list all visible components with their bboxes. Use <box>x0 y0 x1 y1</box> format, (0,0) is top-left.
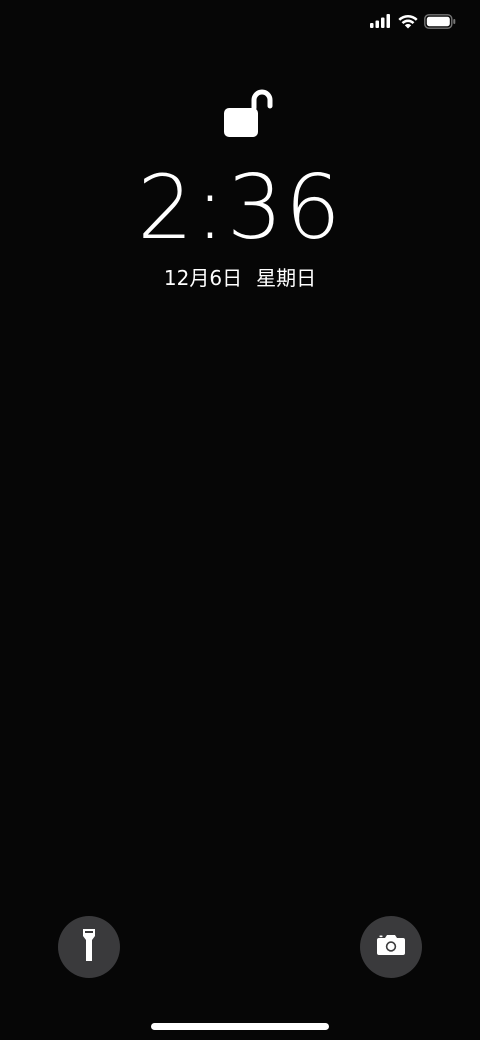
flashlight-button[interactable] <box>58 916 120 978</box>
wifi-icon <box>398 14 418 29</box>
battery-icon <box>424 13 456 29</box>
camera-button[interactable] <box>360 916 422 978</box>
camera-icon <box>376 933 406 961</box>
lock-screen-time: 2:36 <box>137 156 343 259</box>
lock-screen-date: 12月6日 <box>163 266 243 290</box>
lock-screen: 2:36 12月6日 星期日 <box>0 0 480 1040</box>
status-bar <box>370 10 456 32</box>
lock-screen-date-line: 12月6日 星期日 <box>0 263 480 293</box>
unlocked-padlock-icon <box>222 86 274 140</box>
home-indicator[interactable] <box>151 1023 329 1030</box>
lock-screen-weekday: 星期日 <box>256 266 317 290</box>
cellular-signal-icon <box>370 14 392 28</box>
flashlight-icon <box>81 928 97 966</box>
